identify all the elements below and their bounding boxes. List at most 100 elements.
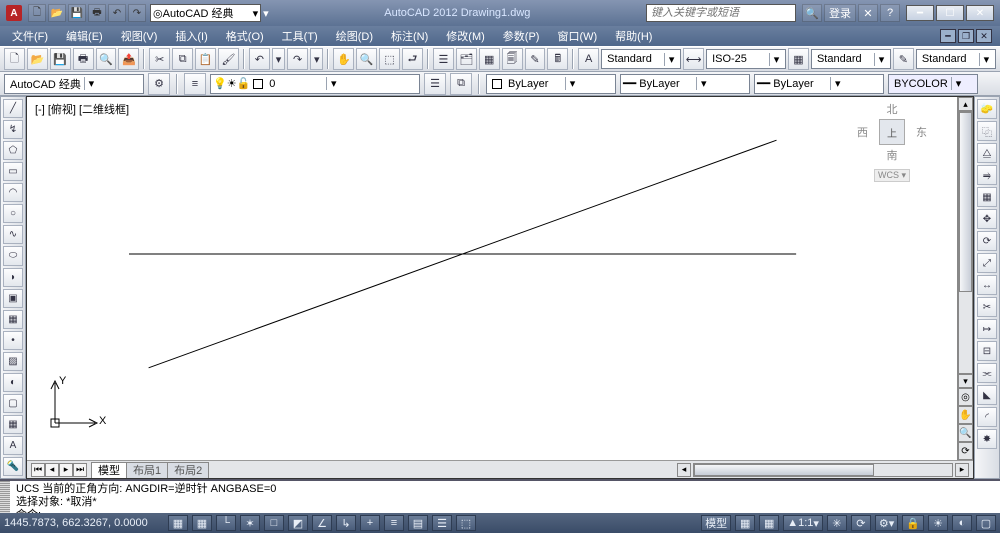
- tab-layout1[interactable]: 布局1: [126, 462, 168, 478]
- ml-style-icon[interactable]: ✎: [893, 48, 914, 70]
- scroll-left-icon[interactable]: ◂: [677, 463, 691, 477]
- tab-first-icon[interactable]: ⏮: [31, 463, 45, 477]
- 3dosnap-button[interactable]: ◩: [288, 515, 308, 531]
- stretch-icon[interactable]: ↔: [977, 275, 997, 295]
- scroll-track[interactable]: [958, 111, 973, 374]
- ml-style-combo[interactable]: Standard▾: [916, 49, 996, 69]
- polygon-icon[interactable]: ⬠: [3, 141, 23, 160]
- open-icon[interactable]: 📂: [27, 48, 48, 70]
- doc-restore-button[interactable]: ❐: [958, 29, 974, 43]
- tpy-button[interactable]: ▤: [408, 515, 428, 531]
- snap-button[interactable]: ▦: [168, 515, 188, 531]
- save-icon[interactable]: 💾: [50, 48, 71, 70]
- cut-icon[interactable]: ✂: [149, 48, 170, 70]
- tp-icon[interactable]: ▦: [479, 48, 500, 70]
- dc-icon[interactable]: 🗂: [456, 48, 477, 70]
- ssm-icon[interactable]: 🗐: [502, 48, 523, 70]
- horizontal-scrollbar[interactable]: ◂ ▸: [677, 463, 969, 477]
- hardware-icon[interactable]: ☀: [928, 515, 948, 531]
- vertical-scrollbar[interactable]: ▴ ▾ ◎ ✋ 🔍 ⟳: [957, 97, 973, 460]
- undo-menu-icon[interactable]: ▾: [272, 48, 285, 70]
- gradient-icon[interactable]: ◐: [3, 373, 23, 392]
- ducs-button[interactable]: ↳: [336, 515, 356, 531]
- grid-button[interactable]: ▦: [192, 515, 212, 531]
- drag-handle-icon[interactable]: [0, 481, 10, 513]
- copy-icon[interactable]: ⧉: [172, 48, 193, 70]
- lwt-button[interactable]: ≡: [384, 515, 404, 531]
- scroll-thumb[interactable]: [959, 112, 972, 292]
- scroll-up-icon[interactable]: ▴: [958, 97, 973, 111]
- new-icon[interactable]: 🗋: [4, 48, 25, 70]
- exchange-icon[interactable]: ✕: [858, 4, 878, 22]
- osnap-button[interactable]: □: [264, 515, 284, 531]
- annoauto-icon[interactable]: ⟳: [851, 515, 871, 531]
- model-button[interactable]: 模型: [701, 515, 731, 531]
- trim-icon[interactable]: ✂: [977, 297, 997, 317]
- point-icon[interactable]: •: [3, 331, 23, 350]
- pline-icon[interactable]: ↯: [3, 120, 23, 139]
- zoom-window-icon[interactable]: ⬚: [379, 48, 400, 70]
- join-icon[interactable]: ⫘: [977, 363, 997, 383]
- layer-combo[interactable]: 💡 ☀ 🔓 0 ▾: [210, 74, 420, 94]
- ortho-button[interactable]: └: [216, 515, 236, 531]
- doc-minimize-button[interactable]: ━: [940, 29, 956, 43]
- app-icon[interactable]: A: [6, 5, 22, 21]
- rotate-icon[interactable]: ⟳: [977, 231, 997, 251]
- doc-close-button[interactable]: ✕: [976, 29, 992, 43]
- menu-file[interactable]: 文件(F): [8, 28, 52, 44]
- table-style-icon[interactable]: ▦: [788, 48, 809, 70]
- login-button[interactable]: 登录: [824, 4, 856, 22]
- undo-icon[interactable]: ↶: [249, 48, 270, 70]
- scroll-down-icon[interactable]: ▾: [958, 374, 973, 388]
- menu-help[interactable]: 帮助(H): [611, 28, 656, 44]
- menu-draw[interactable]: 绘图(D): [332, 28, 377, 44]
- sc-button[interactable]: ⬚: [456, 515, 476, 531]
- extend-icon[interactable]: ↦: [977, 319, 997, 339]
- copy-obj-icon[interactable]: ⿻: [977, 121, 997, 141]
- table-style-combo[interactable]: Standard▾: [811, 49, 891, 69]
- quickview-icon[interactable]: ▦: [735, 515, 755, 531]
- clean-screen-icon[interactable]: ▢: [976, 515, 996, 531]
- region-icon[interactable]: ▢: [3, 394, 23, 413]
- dyn-button[interactable]: +: [360, 515, 380, 531]
- annoscale-button[interactable]: ▲1:1▾: [783, 515, 823, 531]
- maximize-button[interactable]: ☐: [936, 5, 964, 21]
- linetype-combo[interactable]: ━━ByLayer▾: [620, 74, 750, 94]
- plotstyle-combo[interactable]: BYCOLOR▾: [888, 74, 978, 94]
- array-icon[interactable]: ▦: [977, 187, 997, 207]
- paste-icon[interactable]: 📋: [195, 48, 216, 70]
- calc-icon[interactable]: 🖩: [547, 48, 568, 70]
- open-icon[interactable]: 📂: [48, 4, 66, 22]
- dim-style-combo[interactable]: ISO-25▾: [706, 49, 786, 69]
- offset-icon[interactable]: ⥤: [977, 165, 997, 185]
- text-style-combo[interactable]: Standard▾: [601, 49, 681, 69]
- properties-icon[interactable]: ☰: [433, 48, 454, 70]
- print-icon[interactable]: 🖶: [73, 48, 94, 70]
- close-button[interactable]: ✕: [966, 5, 994, 21]
- spline-icon[interactable]: ∿: [3, 225, 23, 244]
- rectangle-icon[interactable]: ▭: [3, 162, 23, 181]
- coordinates[interactable]: 1445.7873, 662.3267, 0.0000: [4, 517, 164, 529]
- layer-tool2-icon[interactable]: ⧉: [450, 73, 472, 95]
- save-icon[interactable]: 💾: [68, 4, 86, 22]
- layer-props-icon[interactable]: ≡: [184, 73, 206, 95]
- menu-edit[interactable]: 编辑(E): [62, 28, 107, 44]
- tab-last-icon[interactable]: ⏭: [73, 463, 87, 477]
- minimize-button[interactable]: ━: [906, 5, 934, 21]
- qp-button[interactable]: ☰: [432, 515, 452, 531]
- hatch-icon[interactable]: ▨: [3, 352, 23, 371]
- publish-icon[interactable]: 📤: [118, 48, 139, 70]
- addsel-icon[interactable]: 🔦: [3, 457, 23, 476]
- zoom-prev-icon[interactable]: ⮐: [402, 48, 423, 70]
- search-icon[interactable]: 🔍: [802, 4, 822, 22]
- mirror-icon[interactable]: ⧋: [977, 143, 997, 163]
- scale-icon[interactable]: ⤢: [977, 253, 997, 273]
- workspace-combo[interactable]: AutoCAD 经典▾: [4, 74, 144, 94]
- nav-wheel-icon[interactable]: ◎: [958, 388, 973, 406]
- redo-icon[interactable]: ↷: [128, 4, 146, 22]
- circle-icon[interactable]: ○: [3, 204, 23, 223]
- menu-modify[interactable]: 修改(M): [442, 28, 489, 44]
- line-icon[interactable]: ╱: [3, 99, 23, 118]
- orbit-tool-icon[interactable]: ⟳: [958, 442, 973, 460]
- ellipse-arc-icon[interactable]: ◗: [3, 268, 23, 287]
